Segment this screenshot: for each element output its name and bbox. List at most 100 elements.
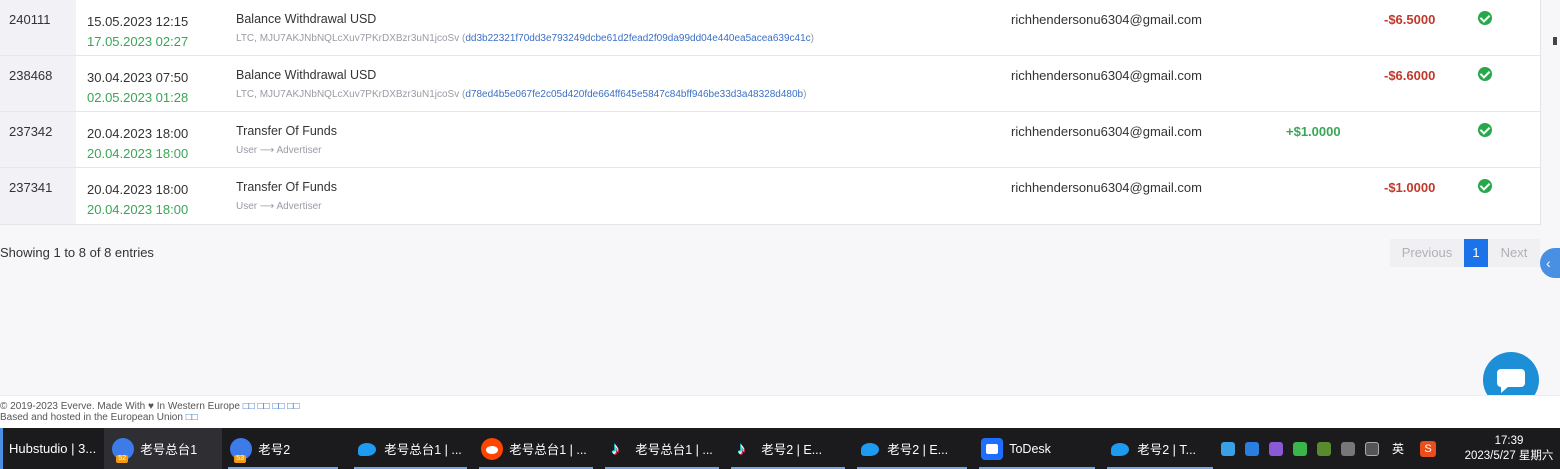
reddit-icon xyxy=(481,437,504,460)
previous-page-button[interactable]: Previous xyxy=(1390,239,1464,267)
row-created-date: 30.04.2023 07:50 xyxy=(87,70,189,85)
row-completed-date: 20.04.2023 18:00 xyxy=(87,146,189,161)
taskbar-item[interactable]: 老号总台1 | ... xyxy=(348,428,473,469)
row-transfer-path: User ⟶ Advertiser xyxy=(236,201,322,212)
footer-language-links[interactable]: □□ □□ □□ □□ xyxy=(243,401,300,412)
check-circle-icon xyxy=(1478,67,1492,81)
row-description: Balance Withdrawal USD LTC, MJU7AKJNbNQL… xyxy=(236,66,806,106)
row-debit: -$1.0000 xyxy=(1384,180,1436,195)
chat-bubble-icon xyxy=(1497,369,1525,393)
taskbar-item[interactable]: 老号总台1 | ... xyxy=(599,428,725,469)
row-sub-suffix: ) xyxy=(810,33,815,44)
row-title: Balance Withdrawal USD xyxy=(236,12,377,26)
check-circle-icon xyxy=(1478,179,1492,193)
taskbar-item[interactable]: 52 老号总台1 xyxy=(104,428,223,469)
taskbar-item[interactable]: 老号2 | T... xyxy=(1101,428,1219,469)
tray-app-icon[interactable] xyxy=(1220,441,1235,456)
row-completed-date: 20.04.2023 18:00 xyxy=(87,202,189,217)
table-row: 238468 30.04.2023 07:50 02.05.2023 01:28… xyxy=(0,56,1540,112)
tx-hash-link[interactable]: dd3b22321f70dd3e793249dcbe61d2fead2f09da… xyxy=(465,33,810,44)
twitter-icon xyxy=(859,438,881,460)
task-label: 老号2 | E... xyxy=(887,443,949,457)
tray-app-icon[interactable] xyxy=(1244,441,1259,456)
clock-date: 2023/5/27 星期六 xyxy=(1464,449,1554,462)
row-address: LTC, MJU7AKJNbNQLcXuv7PKrDXBzr3uN1jcoSv … xyxy=(236,33,466,44)
nvidia-icon[interactable] xyxy=(1316,441,1331,456)
hubstudio-icon: 52 xyxy=(112,437,135,463)
row-id: 240111 xyxy=(0,0,76,55)
tray-app-icon[interactable] xyxy=(1292,441,1307,456)
scrollbar-thumb[interactable] xyxy=(1553,37,1557,45)
task-label: 老号总台1 | ... xyxy=(384,443,462,457)
row-title: Transfer Of Funds xyxy=(236,180,337,194)
footer-hosting: Based and hosted in the European Union □… xyxy=(0,412,1560,423)
todesk-icon xyxy=(981,437,1004,460)
table-row: 240111 15.05.2023 12:15 17.05.2023 02:27… xyxy=(0,0,1540,56)
row-debit: -$6.5000 xyxy=(1384,12,1436,27)
tiktok-icon xyxy=(733,438,755,460)
footer-hosting-text: Based and hosted in the European Union xyxy=(0,412,183,423)
row-dates: 20.04.2023 18:00 20.04.2023 18:00 xyxy=(87,124,188,164)
next-page-button[interactable]: Next xyxy=(1488,239,1540,267)
taskbar: Hubstudio | 3... 52 老号总台1 53 老号2 老号总台1 |… xyxy=(0,428,1560,469)
row-dates: 15.05.2023 12:15 17.05.2023 02:27 xyxy=(87,12,188,52)
row-title: Balance Withdrawal USD xyxy=(236,68,377,82)
row-id: 237342 xyxy=(0,112,76,167)
row-subtitle: LTC, MJU7AKJNbNQLcXuv7PKrDXBzr3uN1jcoSv … xyxy=(236,84,806,106)
pagination: Previous 1 Next xyxy=(1390,239,1540,267)
chevron-left-icon[interactable]: ‹ xyxy=(1540,248,1560,278)
taskbar-item[interactable]: ToDesk xyxy=(973,428,1101,469)
row-description: Transfer Of Funds User ⟶ Advertiser xyxy=(236,122,337,162)
task-label: 老号2 xyxy=(258,443,291,457)
twitter-icon xyxy=(356,438,378,460)
footer-copyright: © 2019-2023 Everve. Made With ♥ In Weste… xyxy=(0,401,1560,412)
row-subtitle: User ⟶ Advertiser xyxy=(236,196,337,218)
row-description: Transfer Of Funds User ⟶ Advertiser xyxy=(236,178,337,218)
row-debit: -$6.6000 xyxy=(1384,68,1436,83)
page: 240111 15.05.2023 12:15 17.05.2023 02:27… xyxy=(0,0,1560,469)
task-label: 老号总台1 | ... xyxy=(509,443,587,457)
taskbar-hubstudio[interactable]: Hubstudio | 3... xyxy=(0,428,96,469)
row-id: 237341 xyxy=(0,168,76,224)
footer-copyright-text: © 2019-2023 Everve. Made With ♥ In Weste… xyxy=(0,401,240,412)
task-label: 老号总台1 | ... xyxy=(635,443,713,457)
clock[interactable]: 17:39 2023/5/27 星期六 xyxy=(1464,434,1554,464)
taskbar-item[interactable]: 老号总台1 | ... xyxy=(473,428,599,469)
transactions-table: 240111 15.05.2023 12:15 17.05.2023 02:27… xyxy=(0,0,1541,225)
row-email: richhendersonu6304@gmail.com xyxy=(1011,12,1202,27)
tiktok-icon xyxy=(607,438,629,460)
table-row: 237341 20.04.2023 18:00 20.04.2023 18:00… xyxy=(0,168,1540,224)
taskbar-item[interactable]: 53 老号2 xyxy=(222,428,344,469)
row-sub-suffix: ) xyxy=(803,89,807,100)
task-badge: 52 xyxy=(116,454,129,463)
row-subtitle: User ⟶ Advertiser xyxy=(236,140,337,162)
system-tray: 英 S 17:39 2023/5/27 星期六 xyxy=(1216,428,1560,469)
task-label: ToDesk xyxy=(1009,441,1051,456)
footer-flag-links[interactable]: □□ xyxy=(186,412,198,423)
network-icon[interactable] xyxy=(1364,441,1379,456)
row-dates: 20.04.2023 18:00 20.04.2023 18:00 xyxy=(87,180,188,220)
page-1-button[interactable]: 1 xyxy=(1464,239,1488,267)
tray-app-icon[interactable] xyxy=(1268,441,1283,456)
hubstudio-icon: 53 xyxy=(230,437,253,463)
row-created-date: 20.04.2023 18:00 xyxy=(87,182,189,197)
row-completed-date: 17.05.2023 02:27 xyxy=(87,34,189,49)
task-label: 老号2 | T... xyxy=(1137,443,1197,457)
row-created-date: 20.04.2023 18:00 xyxy=(87,126,189,141)
row-credit: +$1.0000 xyxy=(1286,124,1341,139)
task-label: 老号总台1 xyxy=(140,443,198,457)
table-row: 237342 20.04.2023 18:00 20.04.2023 18:00… xyxy=(0,112,1540,168)
taskbar-item[interactable]: 老号2 | E... xyxy=(725,428,851,469)
clock-time: 17:39 xyxy=(1494,434,1524,447)
check-circle-icon xyxy=(1478,11,1492,25)
volume-muted-icon[interactable] xyxy=(1340,441,1355,456)
task-badge: 53 xyxy=(234,454,247,463)
sogou-icon[interactable]: S xyxy=(1420,440,1436,457)
input-language[interactable]: 英 xyxy=(1392,440,1404,457)
row-subtitle: LTC, MJU7AKJNbNQLcXuv7PKrDXBzr3uN1jcoSv … xyxy=(236,28,814,50)
entries-info: Showing 1 to 8 of 8 entries xyxy=(0,245,154,260)
row-id: 238468 xyxy=(0,56,76,111)
tx-hash-link[interactable]: d78ed4b5e067fe2c05d420fde664ff645e5847c8… xyxy=(465,89,803,100)
row-completed-date: 02.05.2023 01:28 xyxy=(87,90,189,105)
taskbar-item[interactable]: 老号2 | E... xyxy=(851,428,973,469)
